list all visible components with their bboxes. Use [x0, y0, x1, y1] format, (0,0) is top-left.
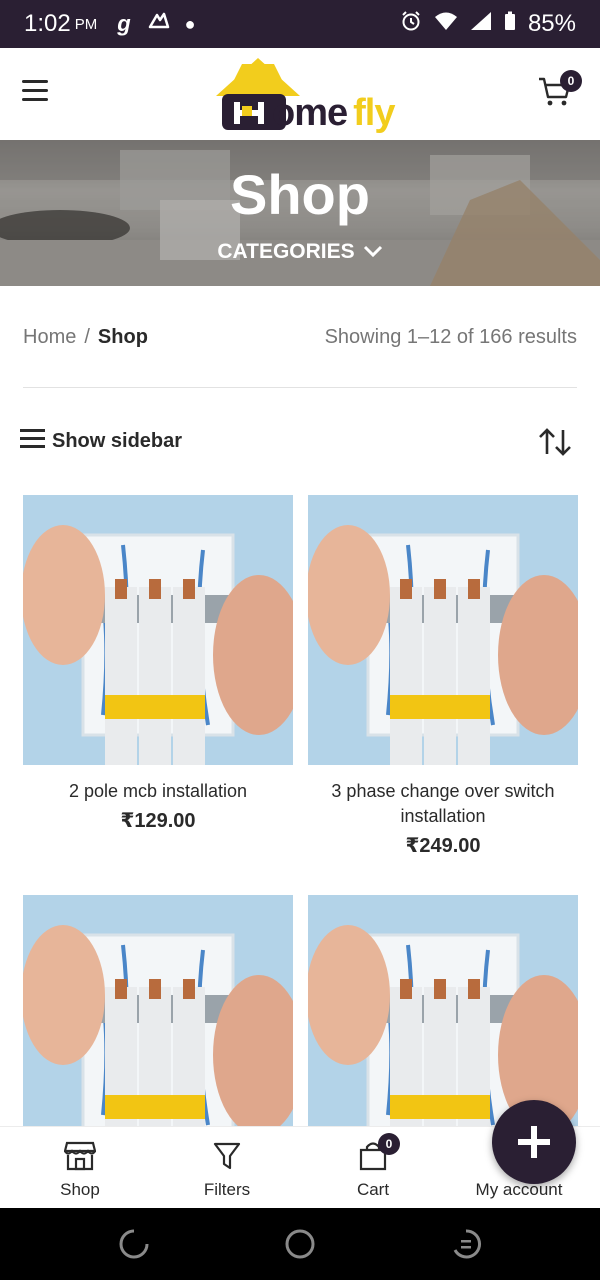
status-time: 1:02	[24, 10, 71, 37]
product-image[interactable]	[308, 495, 578, 765]
status-ampm: PM	[74, 15, 98, 33]
homefly-logo[interactable]: ome fly	[214, 54, 396, 134]
recents-icon[interactable]	[118, 1228, 150, 1260]
show-sidebar-button[interactable]: Show sidebar	[20, 428, 182, 454]
wifi-icon	[434, 11, 458, 37]
header-cart-button[interactable]: 0	[538, 70, 582, 112]
notification-app-icon	[147, 11, 171, 37]
logo-text-ome: ome	[272, 92, 348, 134]
alarm-icon	[400, 10, 422, 38]
categories-dropdown[interactable]: CATEGORIES	[0, 240, 600, 264]
breadcrumb: Home / Shop	[23, 326, 148, 349]
breadcrumb-separator: /	[84, 326, 90, 348]
system-navigation-bar	[0, 1208, 600, 1280]
categories-label: CATEGORIES	[217, 240, 355, 263]
nav-shop-label: Shop	[60, 1180, 100, 1199]
cart-bag-icon: 0	[358, 1133, 400, 1176]
notification-g-icon: g	[117, 11, 131, 36]
breadcrumb-current: Shop	[97, 326, 148, 348]
page-title: Shop	[230, 163, 370, 226]
filter-icon	[213, 1142, 241, 1175]
assistant-icon[interactable]	[450, 1228, 482, 1260]
site-header: ome fly 0	[0, 48, 600, 140]
nav-shop[interactable]: Shop	[20, 1141, 140, 1200]
sort-arrows-icon	[538, 428, 572, 462]
product-card[interactable]	[23, 895, 293, 1165]
show-sidebar-label: Show sidebar	[52, 429, 183, 452]
product-name[interactable]: 3 phase change over switch installation	[308, 779, 578, 829]
product-name[interactable]: 2 pole mcb installation	[23, 779, 293, 804]
results-count: Showing 1–12 of 166 results	[324, 326, 577, 348]
menu-icon[interactable]	[22, 80, 48, 102]
breadcrumb-home[interactable]: Home	[23, 326, 76, 349]
shop-hero-banner: Shop CATEGORIES	[0, 140, 600, 286]
logo-text-fly: fly	[353, 92, 395, 134]
chevron-down-icon	[363, 240, 383, 264]
nav-cart[interactable]: 0 Cart	[313, 1133, 433, 1200]
divider	[23, 387, 577, 388]
notification-dot-icon: ●	[184, 13, 196, 34]
plus-icon	[492, 1126, 576, 1188]
product-card[interactable]: 3 phase change over switch installation …	[308, 495, 578, 858]
header-cart-count: 0	[560, 70, 582, 92]
product-image[interactable]	[23, 495, 293, 765]
nav-filters-label: Filters	[203, 1180, 251, 1199]
product-price: ₹129.00	[120, 810, 196, 832]
product-card[interactable]: 2 pole mcb installation ₹129.00	[23, 495, 293, 833]
home-icon[interactable]	[284, 1228, 316, 1260]
logo-text: ome fly	[272, 92, 396, 135]
status-icons: 85%	[400, 10, 576, 38]
product-image[interactable]	[23, 895, 293, 1165]
nav-filters[interactable]: Filters	[167, 1141, 287, 1200]
signal-icon	[470, 11, 492, 37]
battery-percent: 85%	[527, 10, 576, 37]
sort-button[interactable]	[538, 426, 572, 458]
battery-icon	[504, 11, 516, 37]
store-icon	[63, 1141, 97, 1175]
sidebar-menu-icon	[20, 428, 46, 454]
add-fab-button[interactable]	[492, 1100, 576, 1184]
cart-icon	[538, 77, 572, 112]
nav-cart-label: Cart	[356, 1180, 390, 1199]
product-price: ₹249.00	[405, 835, 481, 857]
status-bar: 1:02 PM g ● 85%	[0, 0, 600, 48]
nav-cart-count: 0	[378, 1133, 400, 1155]
